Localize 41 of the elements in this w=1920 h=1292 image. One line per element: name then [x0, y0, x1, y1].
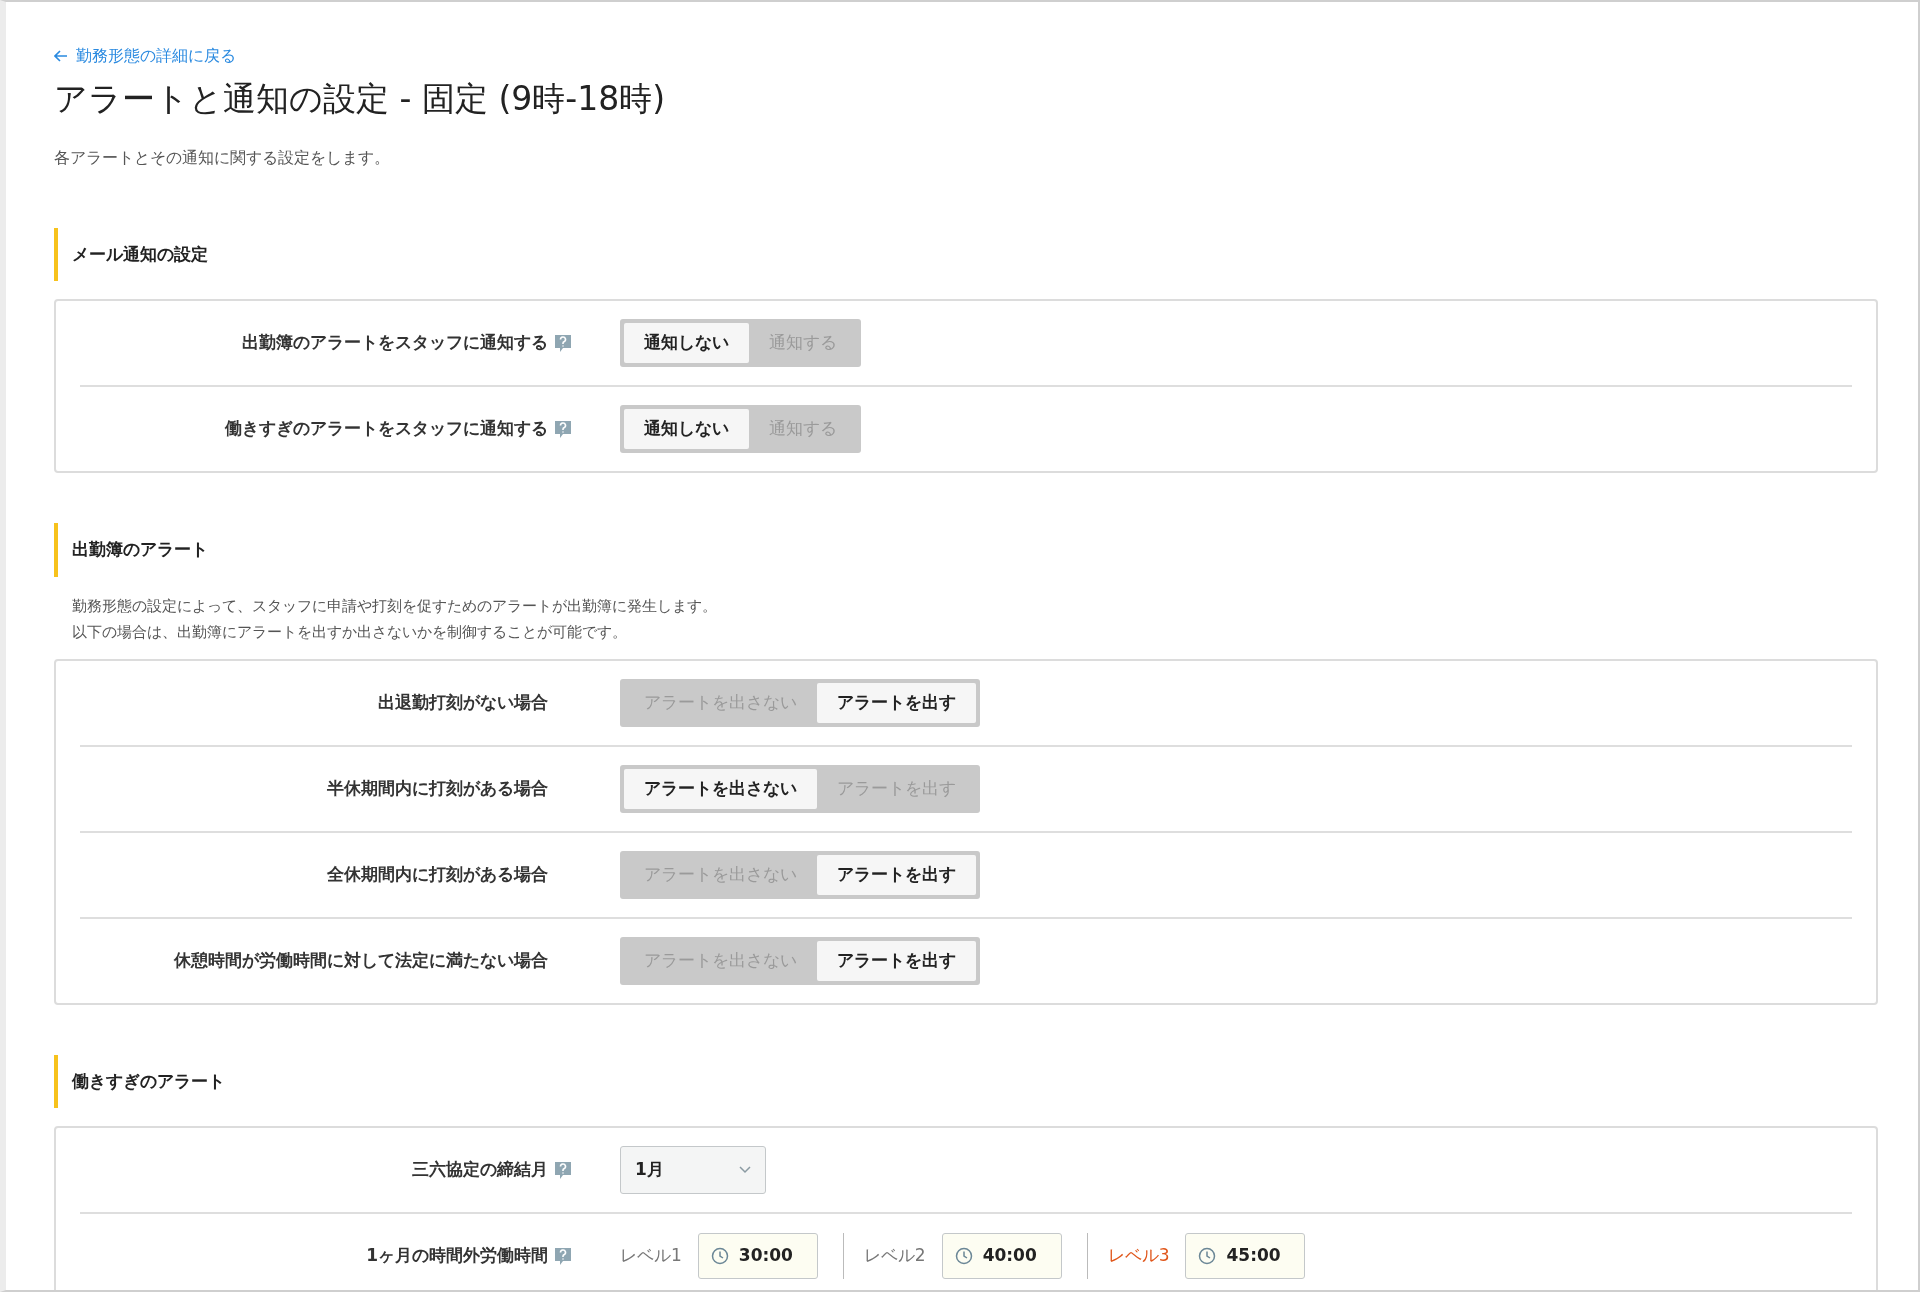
month-select[interactable]: 1月 [620, 1146, 766, 1194]
toggle-option[interactable]: アラートを出さない [624, 768, 817, 809]
help-icon[interactable] [554, 333, 572, 353]
time-value: 40:00 [982, 1244, 1037, 1268]
clock-icon [1198, 1247, 1217, 1265]
chevron-down-icon [739, 1166, 751, 1174]
toggle-option[interactable]: アラートを出す [817, 682, 976, 723]
section-heading: 働きすぎのアラート [54, 1054, 1878, 1108]
time-field[interactable]: 30:00 [697, 1233, 818, 1279]
arrow-left-icon [54, 50, 68, 62]
toggle-option[interactable]: アラートを出す [817, 854, 976, 895]
level-label: レベル1 [620, 1244, 682, 1268]
time-field[interactable]: 40:00 [941, 1233, 1062, 1279]
level-label: レベル2 [863, 1244, 926, 1268]
section-description: 勤務形態の設定によって、スタッフに申請や打刻を促すためのアラートが出勤簿に発生します。 [72, 595, 718, 617]
setting-label: 三六協定の締結月 [412, 1158, 548, 1182]
help-icon[interactable] [554, 1246, 572, 1266]
page-title: アラートと通知の設定 - 固定 (9時-18時) [54, 78, 667, 120]
toggle-option[interactable]: アラートを出す [817, 940, 976, 981]
level-label: レベル3 [1107, 1244, 1170, 1268]
help-icon[interactable] [554, 1160, 572, 1180]
setting-label: 半休期間内に打刻がある場合 [327, 776, 548, 800]
toggle-option[interactable]: 通知しない [624, 409, 749, 449]
time-value: 30:00 [738, 1244, 793, 1268]
setting-label: 出退勤打刻がない場合 [378, 690, 548, 714]
time-field[interactable]: 45:00 [1185, 1233, 1306, 1279]
page-description: 各アラートとその通知に関する設定をします。 [54, 146, 391, 169]
setting-label: 働きすぎのアラートをスタッフに通知する [225, 417, 548, 441]
clock-icon [954, 1247, 973, 1265]
setting-label: 出勤簿のアラートをスタッフに通知する [242, 331, 548, 355]
section-description: 以下の場合は、出勤簿にアラートを出すか出さないかを制御することが可能です。 [72, 621, 628, 643]
help-icon[interactable] [554, 419, 572, 439]
setting-label: 全休期間内に打刻がある場合 [327, 862, 548, 886]
time-value: 45:00 [1226, 1244, 1281, 1268]
clock-icon [710, 1247, 729, 1265]
section-heading: メール通知の設定 [54, 227, 1878, 281]
setting-label: 1ヶ月の時間外労働時間 [366, 1244, 548, 1268]
toggle-option[interactable]: 通知しない [624, 323, 749, 363]
back-link[interactable]: 勤務形態の詳細に戻る [54, 44, 1878, 68]
setting-label: 休憩時間が労働時間に対して法定に満たない場合 [174, 948, 548, 972]
section-heading: 出勤簿のアラート [54, 523, 1878, 577]
